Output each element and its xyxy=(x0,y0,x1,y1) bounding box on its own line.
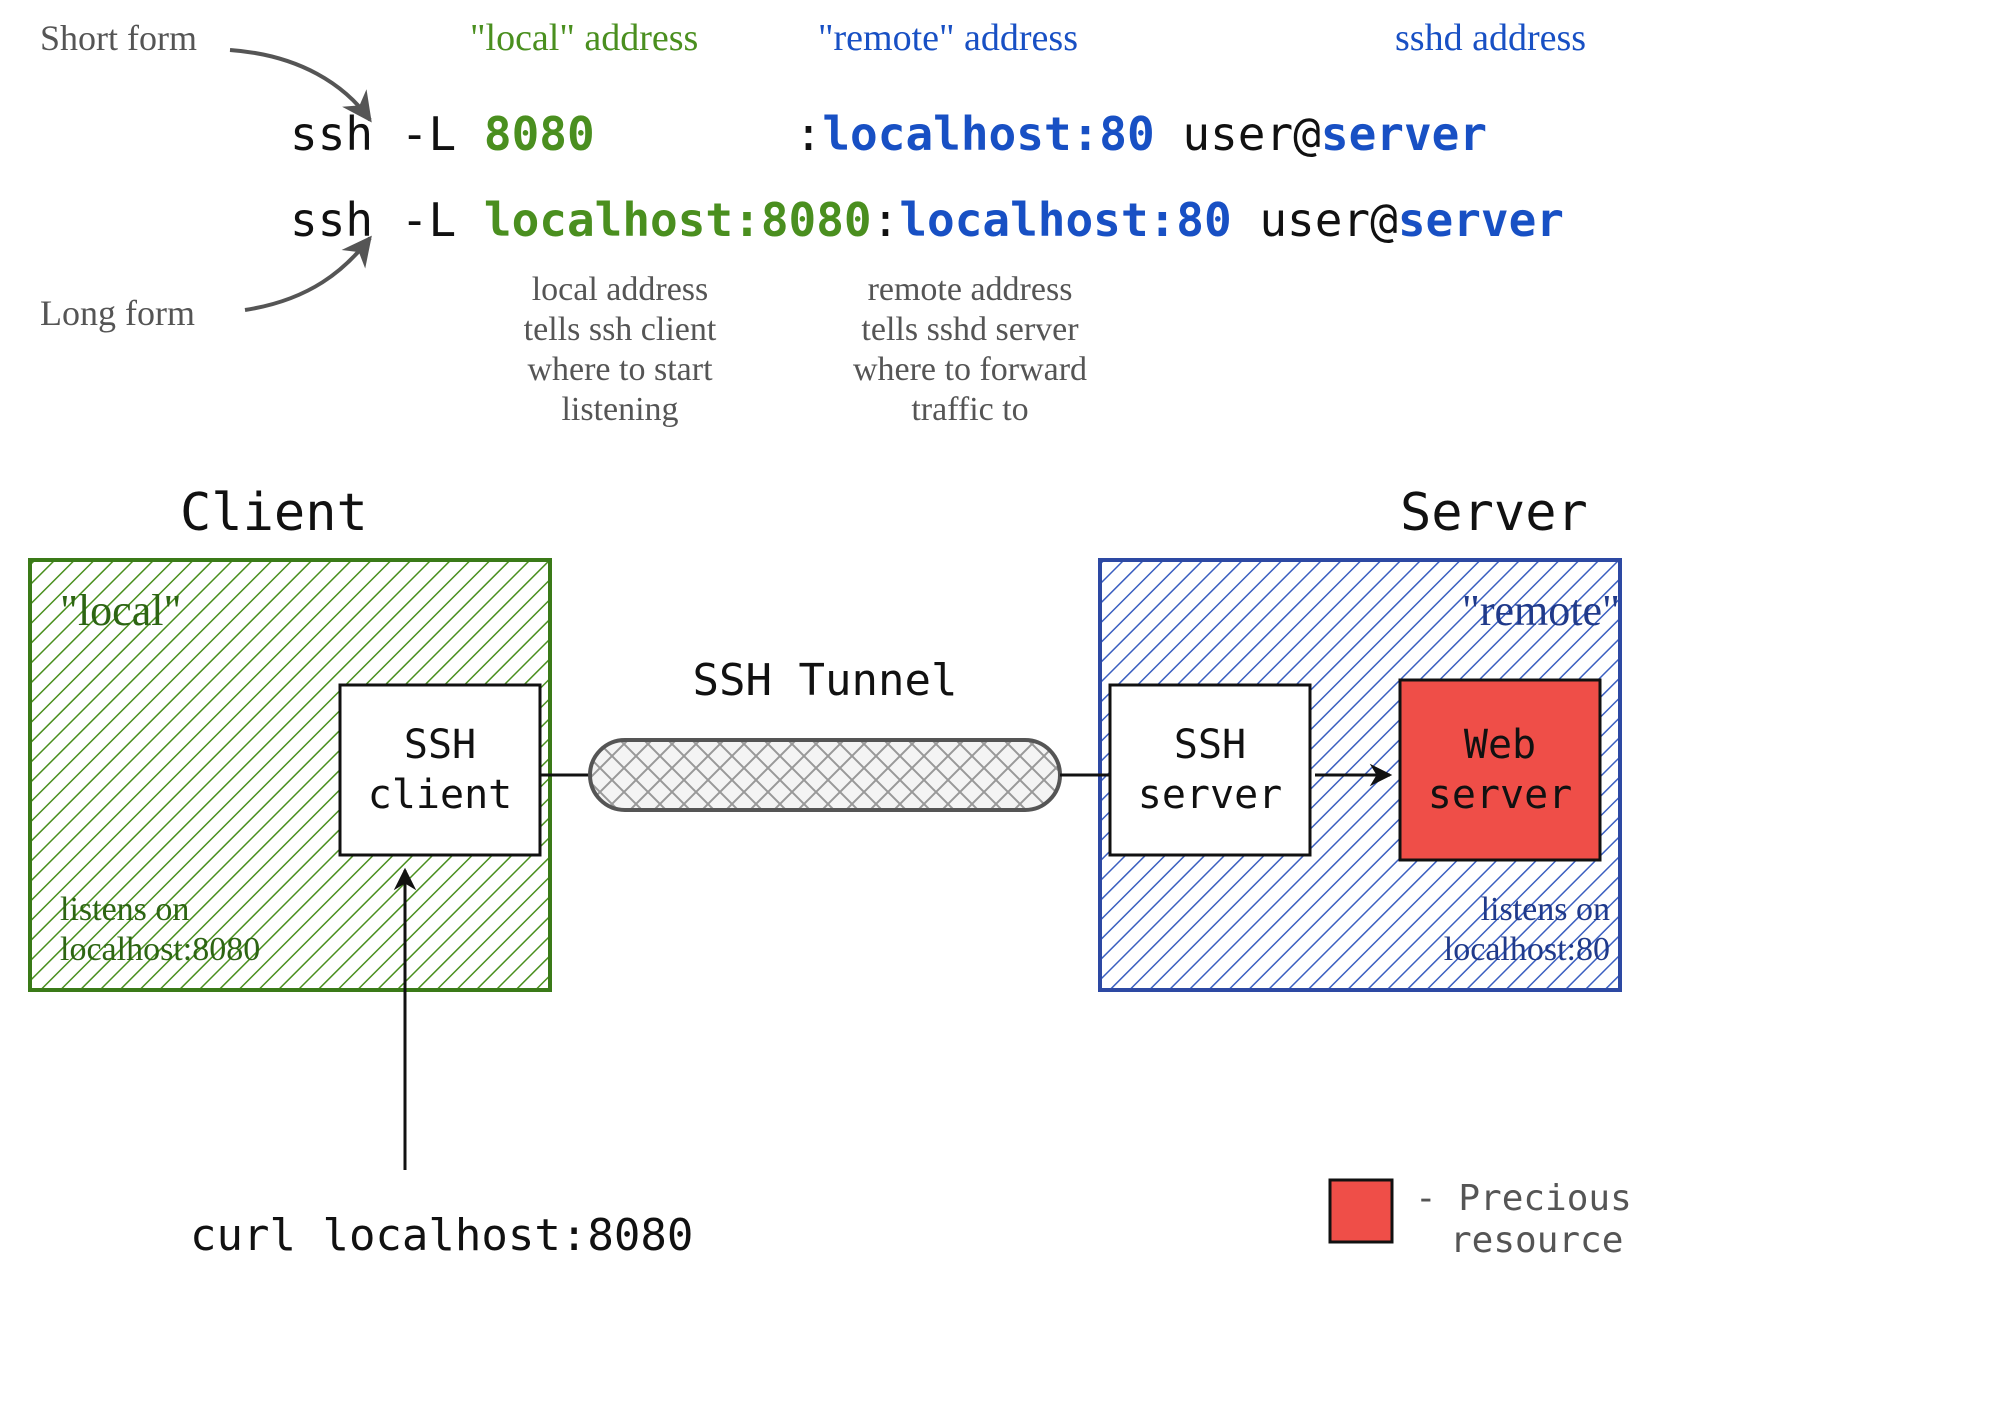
cmd1-local: 8080 xyxy=(484,107,595,161)
title-client: Client xyxy=(180,483,368,543)
server-listen-2: localhost:80 xyxy=(1444,931,1610,968)
svg-text:remote address: remote address xyxy=(868,271,1073,308)
client-listen-1: listens on xyxy=(60,891,189,928)
cmd-short: ssh -L 8080:localhost:80 user@server xyxy=(290,107,1487,161)
cmd1-prefix: ssh -L xyxy=(290,107,484,161)
svg-text:server: server xyxy=(1138,772,1283,818)
svg-text:server: server xyxy=(1428,772,1573,818)
annot-short-form: Short form xyxy=(40,18,197,58)
svg-text:tells ssh client: tells ssh client xyxy=(524,311,717,348)
remote-tag: "remote" xyxy=(1462,586,1620,635)
ssh-server-box: SSH server xyxy=(1110,685,1310,855)
cmd1-colon: : xyxy=(795,107,823,161)
cmd1-remote: localhost:80 xyxy=(822,107,1154,161)
arrow-long-form xyxy=(245,238,370,310)
svg-text:where to start: where to start xyxy=(527,351,713,388)
annot-sshd-address: sshd address xyxy=(1395,17,1586,59)
cmd2-prefix: ssh -L xyxy=(290,193,484,247)
cmd2-user: user@ xyxy=(1232,193,1398,247)
svg-text:Web: Web xyxy=(1464,722,1536,768)
annot-remote-explain: remote address tells sshd server where t… xyxy=(853,271,1087,428)
title-server: Server xyxy=(1400,483,1588,543)
annot-long-form: Long form xyxy=(40,293,195,333)
svg-text:listening: listening xyxy=(561,391,678,428)
svg-text:- Precious: - Precious xyxy=(1415,1178,1632,1219)
svg-text:tells sshd server: tells sshd server xyxy=(861,311,1079,348)
svg-text:SSH: SSH xyxy=(1174,722,1246,768)
annot-local-address: "local" address xyxy=(470,17,698,59)
svg-text:SSH: SSH xyxy=(404,722,476,768)
cmd2-remote: localhost:80 xyxy=(899,193,1231,247)
svg-text:where to forward: where to forward xyxy=(853,351,1087,388)
svg-text:local address: local address xyxy=(532,271,709,308)
ssh-client-box: SSH client xyxy=(340,685,540,855)
cmd2-server: server xyxy=(1398,193,1564,247)
svg-text:client: client xyxy=(368,772,513,818)
svg-text:traffic to: traffic to xyxy=(911,391,1028,428)
client-listen-2: localhost:8080 xyxy=(60,931,260,968)
web-server-box: Web server xyxy=(1400,680,1600,860)
server-listen-1: listens on xyxy=(1481,891,1610,928)
cmd-long: ssh -L localhost:8080:localhost:80 user@… xyxy=(290,193,1564,247)
legend: - Precious resource xyxy=(1330,1178,1632,1261)
ssh-tunnel xyxy=(540,740,1110,810)
cmd1-user: user@ xyxy=(1155,107,1321,161)
annot-remote-address: "remote" address xyxy=(818,17,1078,59)
cmd2-local: localhost:8080 xyxy=(484,193,872,247)
local-tag: "local" xyxy=(60,586,181,635)
annot-local-explain: local address tells ssh client where to … xyxy=(524,271,717,428)
cmd2-colon: : xyxy=(872,193,900,247)
ssh-tunnel-label: SSH Tunnel xyxy=(693,655,958,706)
cmd1-server: server xyxy=(1321,107,1487,161)
svg-text:resource: resource xyxy=(1450,1220,1623,1261)
curl-command: curl localhost:8080 xyxy=(190,1210,693,1261)
